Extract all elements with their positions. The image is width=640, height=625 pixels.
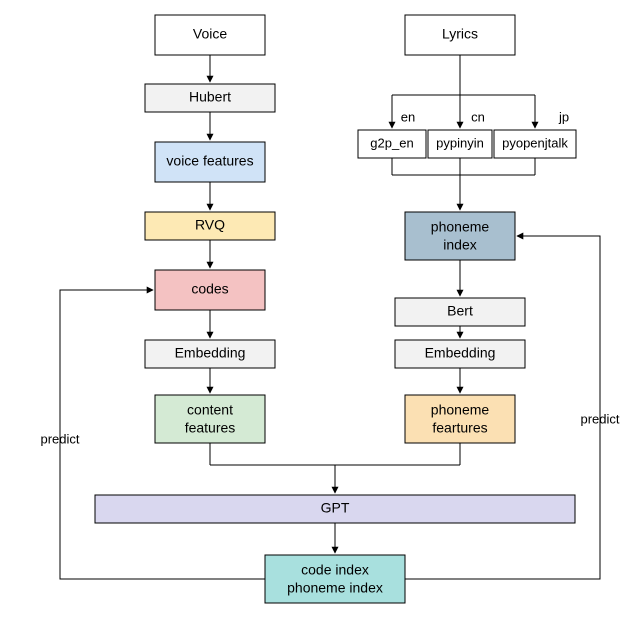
lang-jp-label: jp	[558, 109, 569, 124]
node-content-features-l1: content	[187, 402, 233, 418]
node-pypinyin-label: pypinyin	[436, 135, 484, 150]
node-rvq-label: RVQ	[195, 217, 225, 233]
node-phoneme-index-l1: phoneme	[431, 219, 490, 235]
lang-cn-label: cn	[471, 109, 485, 124]
architecture-diagram: Voice Hubert voice features RVQ codes Em…	[0, 0, 640, 625]
node-embedding-left-label: Embedding	[175, 345, 246, 361]
node-gpt-label: GPT	[321, 500, 350, 516]
node-hubert-label: Hubert	[189, 89, 231, 105]
node-output-l2: phoneme index	[287, 580, 383, 596]
node-lyrics-label: Lyrics	[442, 26, 478, 42]
node-content-features-l2: features	[185, 420, 236, 436]
node-voice-label: Voice	[193, 26, 227, 42]
node-voice-features-label: voice features	[166, 153, 253, 169]
node-bert-label: Bert	[447, 303, 473, 319]
node-pyopenjtalk-label: pyopenjtalk	[502, 135, 568, 150]
node-codes-label: codes	[191, 281, 228, 297]
lang-en-label: en	[401, 109, 415, 124]
node-phoneme-features-l2: feartures	[432, 420, 487, 436]
node-output-l1: code index	[301, 562, 369, 578]
predict-left-label: predict	[40, 431, 79, 446]
node-phoneme-features-l1: phoneme	[431, 402, 490, 418]
node-g2p-en-label: g2p_en	[370, 135, 413, 150]
node-phoneme-index-l2: index	[443, 237, 476, 253]
predict-right-label: predict	[580, 411, 619, 426]
node-embedding-right-label: Embedding	[425, 345, 496, 361]
